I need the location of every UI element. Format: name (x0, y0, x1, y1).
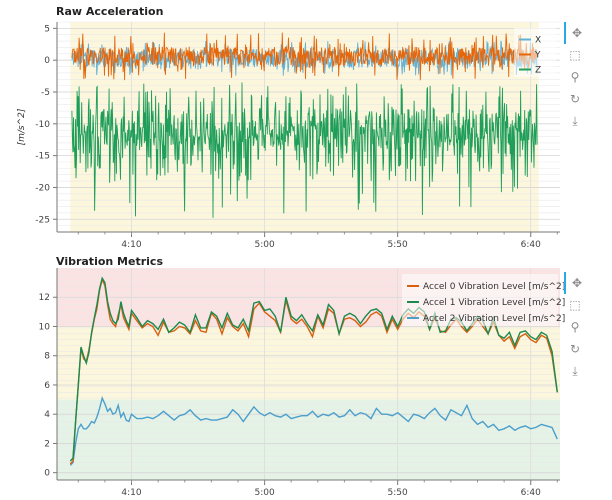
box-zoom-icon[interactable]: ⬚ (564, 44, 586, 66)
y-tick-label: 0 (44, 56, 50, 66)
y-tick-label: 2 (44, 439, 50, 449)
wheel-zoom-icon[interactable]: ⚲ (564, 316, 586, 338)
x-tick-label: 6:40 (521, 488, 541, 498)
legend-label: Accel 0 Vibration Level [m/s^2] (423, 282, 565, 292)
x-tick-label: 5:00 (254, 240, 274, 250)
y-tick-label: 10 (39, 322, 51, 332)
y-tick-label: -25 (35, 215, 50, 225)
y-tick-label: -5 (41, 88, 50, 98)
reset-icon[interactable]: ↻ (564, 88, 586, 110)
legend-label: X (535, 36, 541, 46)
x-tick-label: 5:50 (388, 488, 408, 498)
pan-icon[interactable]: ✥ (564, 22, 588, 44)
y-tick-label: 5 (44, 24, 50, 34)
y-tick-label: 8 (44, 352, 50, 362)
pan-icon[interactable]: ✥ (564, 272, 588, 294)
save-icon[interactable]: ⤓ (564, 110, 586, 132)
vibration-metrics-panel: Vibration Metrics 0 2 4 6 8 10 12 4:10 5:00 5:50 6… (0, 250, 612, 500)
y-tick-label: 6 (44, 381, 50, 391)
chart-toolbar: ✥ ⬚ ⚲ ↻ ⤓ (564, 272, 586, 382)
y-tick-label: -15 (35, 152, 50, 162)
threshold-band-green (57, 399, 560, 480)
y-tick-label: 12 (39, 293, 50, 303)
y-tick-label: 0 (44, 469, 50, 479)
y-tick-label: -10 (35, 120, 50, 130)
y-axis-label: [m/s^2] (17, 108, 27, 145)
legend-label: Accel 2 Vibration Level [m/s^2] (423, 314, 565, 324)
raw-acceleration-panel: Raw Acceleration 5 0 -5 -10 -15 -20 -25 4:10 5:0… (0, 0, 612, 250)
x-tick-label: 5:50 (388, 240, 408, 250)
reset-icon[interactable]: ↻ (564, 338, 586, 360)
x-tick-label: 4:10 (121, 240, 141, 250)
raw-acceleration-chart[interactable]: 5 0 -5 -10 -15 -20 -25 4:10 5:00 5:50 6:40 [m/s^2] X… (0, 0, 612, 250)
y-tick-label: -20 (35, 183, 50, 193)
y-tick-label: 4 (44, 410, 50, 420)
legend-label: Z (535, 66, 541, 76)
x-tick-label: 5:00 (254, 488, 274, 498)
x-tick-label: 6:40 (521, 240, 541, 250)
vibration-metrics-chart[interactable]: 0 2 4 6 8 10 12 4:10 5:00 5:50 6:40 Accel 0 Vibrati… (0, 250, 612, 500)
save-icon[interactable]: ⤓ (564, 360, 586, 382)
wheel-zoom-icon[interactable]: ⚲ (564, 66, 586, 88)
box-zoom-icon[interactable]: ⬚ (564, 294, 586, 316)
legend-label: Y (534, 51, 541, 61)
x-tick-label: 4:10 (121, 488, 141, 498)
chart-toolbar: ✥ ⬚ ⚲ ↻ ⤓ (564, 22, 586, 132)
legend-label: Accel 1 Vibration Level [m/s^2] (423, 298, 565, 308)
